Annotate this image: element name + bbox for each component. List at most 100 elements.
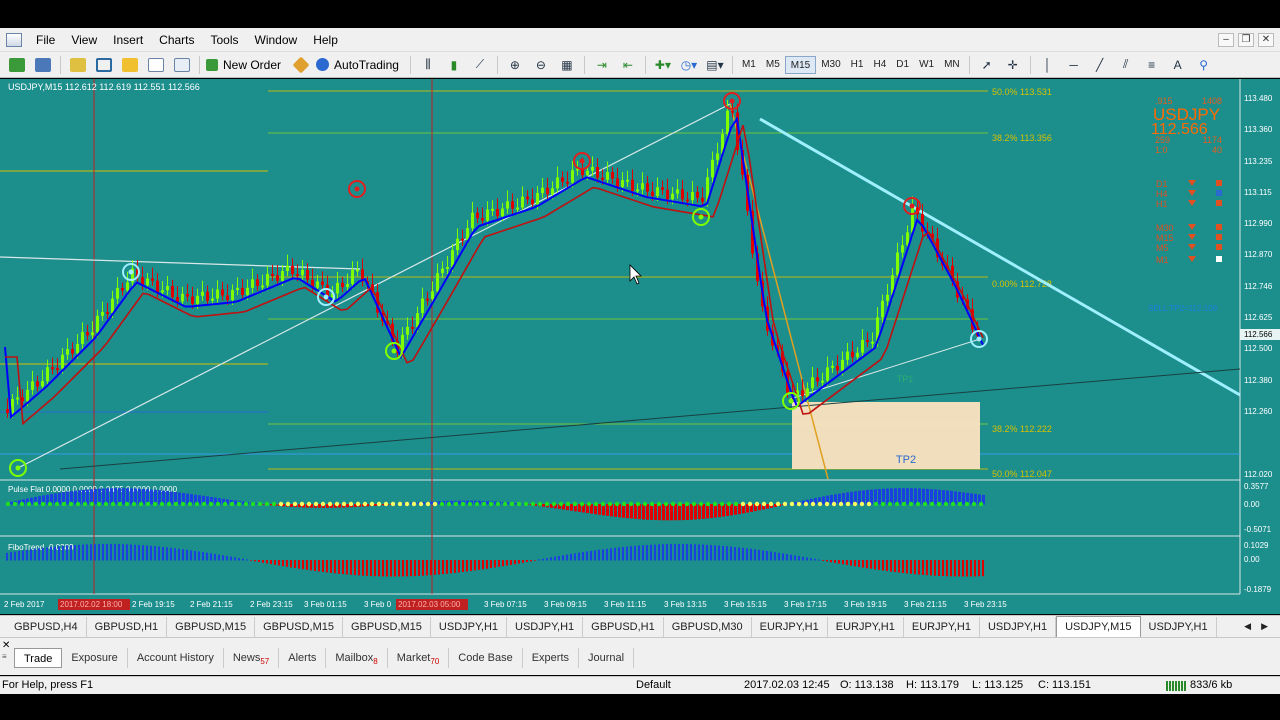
timeframe-m1[interactable]: M1 (737, 56, 761, 74)
chart-tab[interactable]: GBPUSD,M15 (167, 616, 256, 637)
chart-tab[interactable]: USDJPY,H1 (1141, 616, 1217, 637)
autotrading-icon (316, 58, 330, 71)
terminal-tab-journal[interactable]: Journal (579, 648, 635, 668)
tp2-box (792, 402, 980, 469)
timeframe-m30[interactable]: M30 (816, 56, 845, 74)
fibo-bar (774, 552, 776, 561)
chart-tab[interactable]: GBPUSD,H1 (583, 616, 664, 637)
terminal-tab-alerts[interactable]: Alerts (279, 648, 327, 668)
autotrading-button[interactable]: AutoTrading (316, 55, 404, 75)
fibo-bar (530, 560, 532, 562)
bar-chart-button[interactable]: ⫼ (417, 55, 439, 75)
timeframe-h4[interactable]: H4 (868, 56, 891, 74)
terminal-tab-mailbox[interactable]: Mailbox8 (326, 648, 388, 668)
timeframe-m5[interactable]: M5 (761, 56, 785, 74)
periods-button[interactable]: ◷▾ (678, 55, 700, 75)
chart-tab-active[interactable]: USDJPY,M15 (1056, 615, 1141, 638)
zoom-in-button[interactable]: ⊕ (504, 55, 526, 75)
new-order-button[interactable]: New Order (206, 55, 286, 75)
terminal-tab-market[interactable]: Market70 (388, 648, 450, 668)
chart-tab[interactable]: EURJPY,H1 (904, 616, 980, 637)
terminal-tab-experts[interactable]: Experts (523, 648, 580, 668)
chart-tab[interactable]: USDJPY,H1 (431, 616, 508, 637)
fibo-bar (758, 549, 760, 561)
chart-tab[interactable]: GBPUSD,M15 (343, 616, 431, 637)
trendline-button[interactable]: ╱ (1089, 55, 1111, 75)
info-text: 1174 (1203, 135, 1222, 145)
indicators-button[interactable]: ✚▾ (652, 55, 674, 75)
menu-view[interactable]: View (63, 29, 105, 51)
terminal-tab-code-base[interactable]: Code Base (449, 648, 523, 668)
scroll-left-icon[interactable]: ◀ (1244, 621, 1251, 632)
pulse-bar (694, 504, 697, 520)
text-tool-button[interactable]: A (1167, 55, 1189, 75)
market-watch-button[interactable] (67, 55, 89, 75)
terminal-tab-exposure[interactable]: Exposure (62, 648, 128, 668)
pulse-dot (782, 501, 788, 507)
chart-window[interactable]: 50.0% 113.531 38.2% 113.356 0.00% 112.728 3… (0, 79, 1280, 614)
menu-file[interactable]: File (28, 29, 63, 51)
pulse-dot (390, 501, 396, 507)
navigator-button[interactable] (93, 55, 115, 75)
timeframe-w1[interactable]: W1 (914, 56, 939, 74)
terminal-close-icon[interactable]: ✕ (2, 640, 10, 651)
time-axis-label: 3 Feb 21:15 (904, 600, 947, 609)
menu-charts[interactable]: Charts (151, 29, 202, 51)
chart-tab[interactable]: EURJPY,H1 (828, 616, 904, 637)
status-profile: Default (636, 679, 671, 691)
timeframe-d1[interactable]: D1 (891, 56, 914, 74)
templates-button[interactable]: ▤▾ (704, 55, 726, 75)
chart-tab[interactable]: GBPUSD,M15 (255, 616, 343, 637)
terminal-tab-news[interactable]: News57 (224, 648, 280, 668)
vertical-line-button[interactable]: │ (1037, 55, 1059, 75)
menu-help[interactable]: Help (305, 29, 346, 51)
price-chart[interactable]: 50.0% 113.53138.2% 113.3560.00% 112.7283… (0, 79, 1280, 614)
timeframe-m15[interactable]: M15 (784, 55, 817, 74)
profiles-button[interactable] (32, 55, 54, 75)
terminal-tab-account-history[interactable]: Account History (128, 648, 224, 668)
tester-button[interactable] (171, 55, 193, 75)
chart-tab[interactable]: GBPUSD,H4 (6, 616, 87, 637)
fibonacci-button[interactable]: ≡ (1141, 55, 1163, 75)
search-button[interactable]: ⚲ (1193, 55, 1215, 75)
crosshair-icon: ✛ (1007, 57, 1018, 72)
fibo-bar (286, 560, 288, 567)
trendline (0, 256, 361, 270)
fibo-bar (306, 560, 308, 570)
metaeditor-button[interactable] (290, 55, 312, 75)
candlestick-button[interactable]: ▮ (443, 55, 465, 75)
candle-body (201, 291, 204, 296)
chart-tab[interactable]: USDJPY,H1 (507, 616, 584, 637)
chart-tab[interactable]: USDJPY,H1 (980, 616, 1057, 637)
chart-shift-button[interactable]: ⇤ (617, 55, 639, 75)
restore-icon[interactable]: ❐ (1238, 32, 1254, 47)
line-chart-button[interactable]: ⟋ (469, 55, 491, 75)
menu-insert[interactable]: Insert (105, 29, 151, 51)
app-icon[interactable] (6, 32, 22, 47)
timeframe-h1[interactable]: H1 (846, 56, 869, 74)
channel-button[interactable]: ⫽ (1115, 55, 1137, 75)
menu-window[interactable]: Window (247, 29, 306, 51)
terminal-button[interactable] (145, 55, 167, 75)
horizontal-line-icon: ─ (1069, 57, 1078, 72)
menu-tools[interactable]: Tools (203, 29, 247, 51)
crosshair-tool-button[interactable]: ✛ (1002, 55, 1024, 75)
scroll-right-icon[interactable]: ▶ (1261, 621, 1268, 632)
chart-tab[interactable]: EURJPY,H1 (752, 616, 828, 637)
candle-body (336, 282, 339, 294)
tile-windows-button[interactable]: ▦ (556, 55, 578, 75)
close-icon[interactable]: ✕ (1258, 32, 1274, 47)
terminal-tab-trade[interactable]: Trade (14, 648, 63, 668)
chart-tab[interactable]: GBPUSD,H1 (87, 616, 168, 637)
auto-scroll-button[interactable]: ⇥ (591, 55, 613, 75)
chart-tab[interactable]: GBPUSD,M30 (664, 616, 752, 637)
new-chart-button[interactable] (6, 55, 28, 75)
cursor-tool-button[interactable]: ➚ (976, 55, 998, 75)
fibo-bar (58, 546, 60, 561)
timeframe-mn[interactable]: MN (939, 56, 965, 74)
pulse-dot (488, 501, 494, 507)
data-window-button[interactable] (119, 55, 141, 75)
zoom-out-button[interactable]: ⊖ (530, 55, 552, 75)
horizontal-line-button[interactable]: ─ (1063, 55, 1085, 75)
minimize-icon[interactable]: – (1218, 32, 1234, 47)
